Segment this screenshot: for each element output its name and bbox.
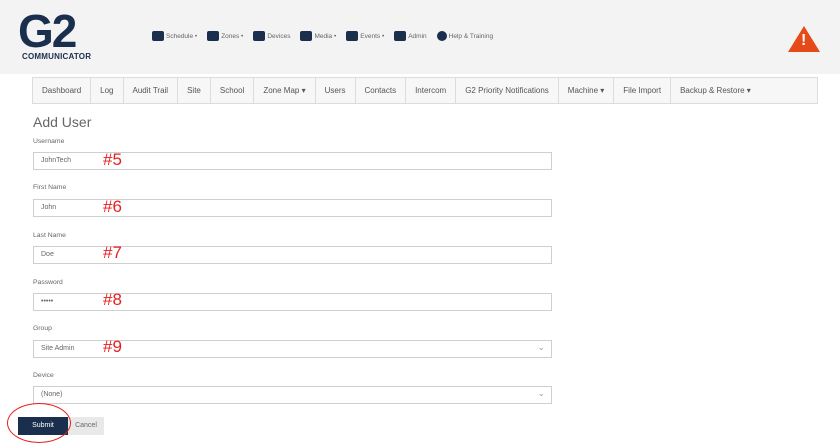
- password-label: Password: [33, 279, 63, 286]
- tab-zone-map[interactable]: Zone Map ▾: [254, 78, 316, 103]
- logo-subtitle: COMMUNICATOR: [22, 52, 92, 61]
- app-header: G2 COMMUNICATOR Schedule • Zones • Devic…: [0, 0, 840, 74]
- nav-events[interactable]: Events •: [346, 31, 384, 41]
- tab-machine[interactable]: Machine ▾: [559, 78, 615, 103]
- tab-backup-restore[interactable]: Backup & Restore ▾: [671, 78, 760, 103]
- submit-highlight-circle: [7, 403, 71, 443]
- page-title: Add User: [33, 114, 92, 130]
- last-name-label: Last Name: [33, 232, 66, 239]
- admin-gear-icon: [394, 31, 407, 41]
- nav-help[interactable]: Help & Training: [436, 31, 493, 41]
- media-icon: [300, 31, 313, 41]
- tab-dashboard[interactable]: Dashboard: [33, 78, 92, 103]
- tab-g2-priority-notifications[interactable]: G2 Priority Notifications: [456, 78, 559, 103]
- g2-logo[interactable]: G2 COMMUNICATOR: [18, 5, 128, 68]
- admin-tabs: Dashboard Log Audit Trail Site School Zo…: [32, 77, 818, 104]
- first-name-label: First Name: [33, 184, 67, 191]
- device-select[interactable]: (None): [33, 385, 552, 404]
- tab-audit-trail[interactable]: Audit Trail: [124, 78, 179, 103]
- warning-icon[interactable]: !: [788, 26, 820, 52]
- tab-school[interactable]: School: [211, 78, 255, 103]
- group-select-value: Site Admin: [41, 345, 75, 352]
- nav-media[interactable]: Media •: [300, 31, 336, 41]
- nav-schedule[interactable]: Schedule •: [152, 31, 197, 41]
- tab-file-import[interactable]: File Import: [614, 78, 672, 103]
- annotation-5: #5: [103, 150, 122, 169]
- top-nav: Schedule • Zones • Devices Media • Event…: [152, 31, 493, 41]
- devices-icon: [253, 31, 266, 41]
- nav-zones[interactable]: Zones •: [207, 31, 243, 41]
- tab-intercom[interactable]: Intercom: [406, 78, 457, 103]
- megaphone-icon: [346, 31, 359, 41]
- calendar-icon: [152, 31, 164, 41]
- group-label: Group: [33, 325, 52, 332]
- annotation-9: #9: [103, 337, 122, 356]
- help-icon: [436, 31, 447, 41]
- tab-log[interactable]: Log: [91, 78, 124, 103]
- annotation-8: #8: [103, 290, 122, 309]
- tab-contacts[interactable]: Contacts: [356, 78, 407, 103]
- annotation-7: #7: [103, 243, 122, 262]
- logo-text: G2: [18, 5, 77, 57]
- cancel-button[interactable]: Cancel: [68, 417, 104, 435]
- nav-devices[interactable]: Devices: [253, 31, 290, 41]
- tab-site[interactable]: Site: [178, 78, 211, 103]
- annotation-6: #6: [103, 197, 122, 216]
- device-select-value: (None): [41, 391, 63, 398]
- nav-admin[interactable]: Admin: [394, 31, 427, 41]
- map-icon: [207, 31, 220, 41]
- username-label: Username: [33, 138, 65, 145]
- tab-users[interactable]: Users: [316, 78, 356, 103]
- device-label: Device: [33, 372, 54, 379]
